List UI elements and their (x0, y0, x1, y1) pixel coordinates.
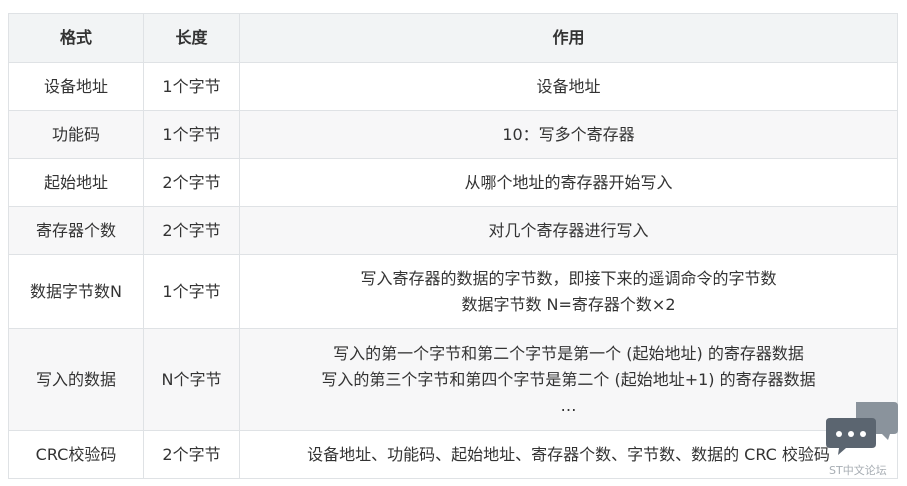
cell-length: 2个字节 (143, 158, 240, 207)
cell-length: 2个字节 (143, 430, 240, 479)
purpose-line: 10：写多个寄存器 (502, 124, 635, 144)
cell-purpose: 设备地址、功能码、起始地址、寄存器个数、字节数、数据的 CRC 校验码 (239, 430, 898, 479)
modbus-frame-table-container: 格式 长度 作用 设备地址 1个字节 设备地址 功能码 1个字节 10：写多个寄… (8, 13, 898, 479)
chat-bubble-icon (826, 402, 898, 455)
cell-purpose: 对几个寄存器进行写入 (239, 206, 898, 255)
forum-watermark: ST中文论坛 (829, 464, 887, 477)
purpose-line: 设备地址 (536, 76, 601, 96)
cell-length: 1个字节 (143, 110, 240, 159)
purpose-line: 从哪个地址的寄存器开始写入 (464, 172, 673, 192)
purpose-line: 写入的第一个字节和第二个字节是第一个 (起始地址) 的寄存器数据 (333, 343, 804, 363)
purpose-line: … (560, 395, 577, 415)
header-purpose: 作用 (239, 13, 898, 63)
cell-format: 设备地址 (8, 62, 144, 111)
purpose-line: 设备地址、功能码、起始地址、寄存器个数、字节数、数据的 CRC 校验码 (307, 444, 830, 464)
chat-widget-button[interactable] (826, 400, 900, 460)
purpose-line: 数据字节数 N=寄存器个数×2 (461, 294, 676, 314)
cell-format: 写入的数据 (8, 328, 144, 431)
purpose-line: 写入寄存器的数据的字节数，即接下来的遥调命令的字节数 (360, 268, 777, 288)
modbus-frame-table: 格式 长度 作用 设备地址 1个字节 设备地址 功能码 1个字节 10：写多个寄… (8, 13, 898, 479)
cell-length: 1个字节 (143, 62, 240, 111)
table-row: 寄存器个数 2个字节 对几个寄存器进行写入 (8, 206, 898, 255)
cell-purpose: 写入寄存器的数据的字节数，即接下来的遥调命令的字节数 数据字节数 N=寄存器个数… (239, 254, 898, 329)
table-row: 设备地址 1个字节 设备地址 (8, 62, 898, 111)
purpose-line: 写入的第三个字节和第四个字节是第二个 (起始地址+1) 的寄存器数据 (321, 369, 816, 389)
cell-format: 数据字节数N (8, 254, 144, 329)
cell-length: 2个字节 (143, 206, 240, 255)
header-format: 格式 (8, 13, 144, 63)
table-row: 起始地址 2个字节 从哪个地址的寄存器开始写入 (8, 158, 898, 207)
cell-purpose: 从哪个地址的寄存器开始写入 (239, 158, 898, 207)
table-row: 功能码 1个字节 10：写多个寄存器 (8, 110, 898, 159)
cell-purpose: 10：写多个寄存器 (239, 110, 898, 159)
cell-format: 功能码 (8, 110, 144, 159)
table-row: CRC校验码 2个字节 设备地址、功能码、起始地址、寄存器个数、字节数、数据的 … (8, 430, 898, 479)
cell-length: N个字节 (143, 328, 240, 431)
table-row: 数据字节数N 1个字节 写入寄存器的数据的字节数，即接下来的遥调命令的字节数 数… (8, 254, 898, 329)
header-length: 长度 (143, 13, 240, 63)
cell-format: CRC校验码 (8, 430, 144, 479)
cell-purpose: 写入的第一个字节和第二个字节是第一个 (起始地址) 的寄存器数据 写入的第三个字… (239, 328, 898, 431)
cell-purpose: 设备地址 (239, 62, 898, 111)
table-header-row: 格式 长度 作用 (8, 13, 898, 63)
purpose-line: 对几个寄存器进行写入 (488, 220, 649, 240)
cell-format: 起始地址 (8, 158, 144, 207)
cell-length: 1个字节 (143, 254, 240, 329)
table-row: 写入的数据 N个字节 写入的第一个字节和第二个字节是第一个 (起始地址) 的寄存… (8, 328, 898, 431)
cell-format: 寄存器个数 (8, 206, 144, 255)
